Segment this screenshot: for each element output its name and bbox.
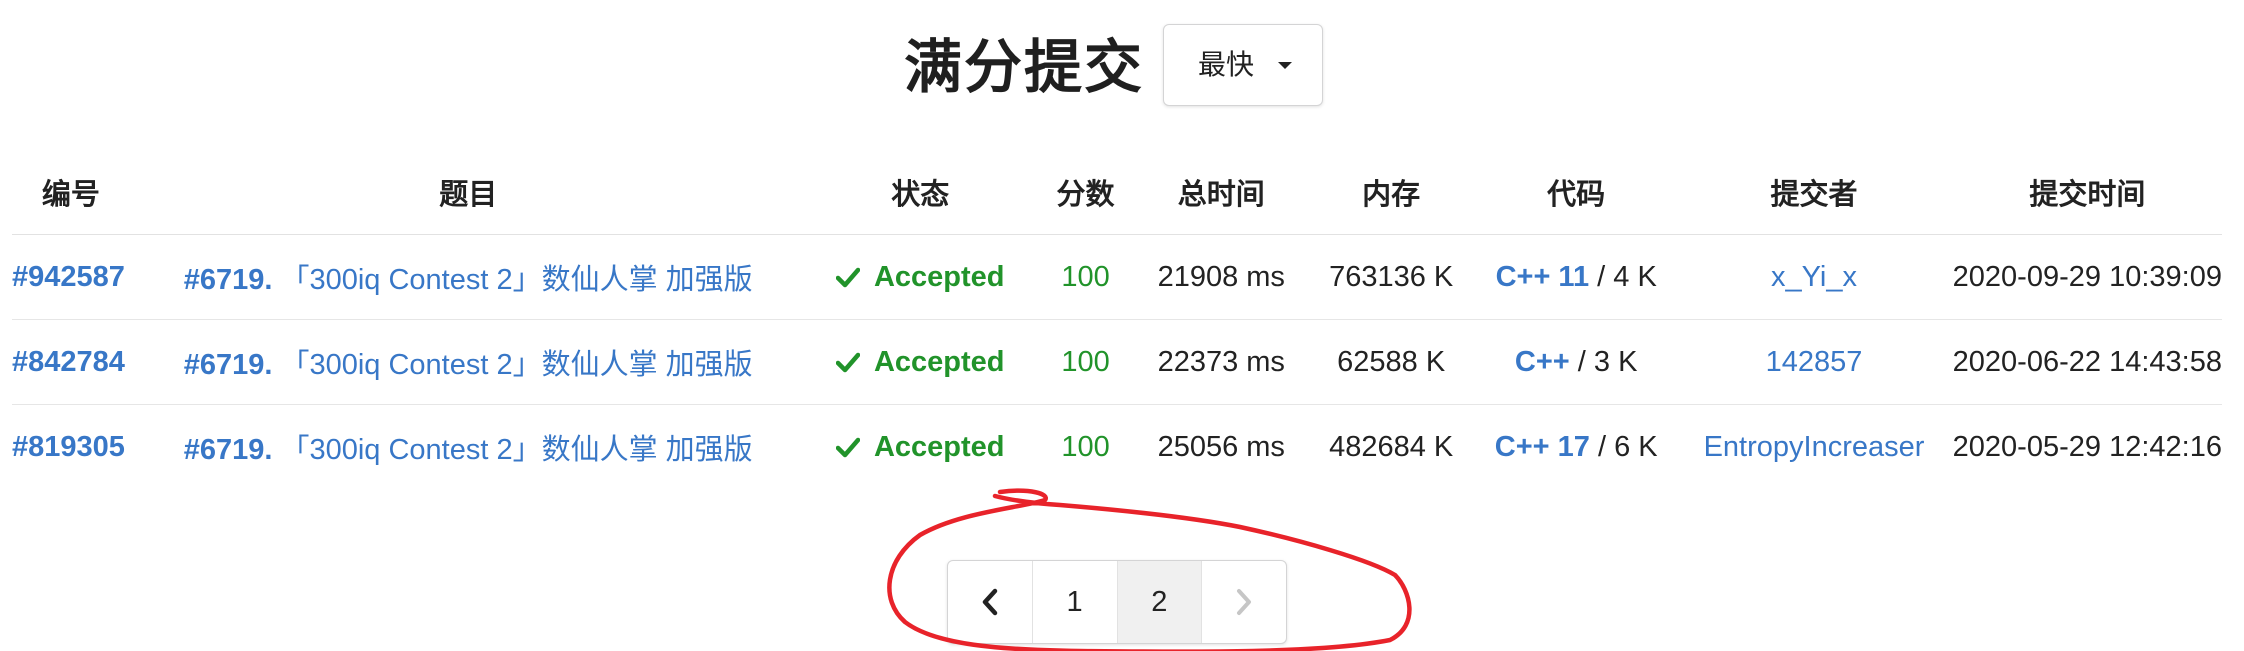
memory-cell: 482684 K xyxy=(1329,430,1454,463)
pagination-prev-button[interactable] xyxy=(948,561,1033,643)
column-header-submitter: 提交者 xyxy=(1675,150,1953,235)
sort-dropdown[interactable]: 最快 xyxy=(1163,24,1323,106)
code-size: / 6 K xyxy=(1589,430,1658,463)
status-link[interactable]: Accepted xyxy=(835,260,1005,293)
problem-cell: #6719. 「300iq Contest 2」数仙人掌 加强版 xyxy=(129,319,807,405)
problem-number: #6719. xyxy=(183,434,273,466)
submission-id-cell: #842784 xyxy=(12,319,130,405)
page-title: 满分提交 xyxy=(904,35,1145,100)
problem-title: 「300iq Contest 2」数仙人掌 加强版 xyxy=(280,434,753,466)
submit-time-cell: 2020-05-29 12:42:16 xyxy=(1952,430,2222,463)
check-icon xyxy=(835,437,860,457)
time-cell: 22373 ms xyxy=(1137,319,1306,405)
column-header-code: 代码 xyxy=(1477,150,1676,235)
column-header-score: 分数 xyxy=(1033,150,1138,235)
problem-title: 「300iq Contest 2」数仙人掌 加强版 xyxy=(280,349,753,381)
problem-link[interactable]: #6719. 「300iq Contest 2」数仙人掌 加强版 xyxy=(184,349,753,381)
problem-cell: #6719. 「300iq Contest 2」数仙人掌 加强版 xyxy=(130,405,807,490)
submitter-link[interactable]: EntropyIncreaser xyxy=(1704,431,1925,463)
status-text: Accepted xyxy=(873,345,1005,378)
status-cell: Accepted xyxy=(807,405,1034,490)
submission-id-link[interactable]: #942587 xyxy=(12,261,125,293)
column-header-status: 状态 xyxy=(806,150,1034,235)
table-row: #942587 #6719. 「300iq Contest 2」数仙人掌 加强版 … xyxy=(12,234,2222,320)
submission-id-cell: #942587 xyxy=(12,234,130,320)
chevron-left-icon xyxy=(982,588,998,616)
submit-time-cell: 2020-06-22 14:43:58 xyxy=(1952,319,2222,405)
memory-cell: 763136 K xyxy=(1305,234,1478,320)
code-cell: C++ 11 / 4 K xyxy=(1477,234,1676,320)
problem-link[interactable]: #6719. 「300iq Contest 2」数仙人掌 加强版 xyxy=(184,434,753,466)
column-header-problem: 题目 xyxy=(129,150,807,235)
problem-cell: #6719. 「300iq Contest 2」数仙人掌 加强版 xyxy=(129,234,807,320)
column-header-submit-time: 提交时间 xyxy=(1952,150,2222,235)
check-icon xyxy=(835,352,860,372)
code-link[interactable]: C++ 17 xyxy=(1495,431,1590,463)
pagination-page-1[interactable]: 1 xyxy=(1033,561,1118,643)
pagination: 1 2 xyxy=(947,560,1287,644)
column-header-id[interactable]: 编号 xyxy=(12,150,130,235)
table-row: #842784 #6719. 「300iq Contest 2」数仙人掌 加强版 … xyxy=(12,319,2222,405)
code-link[interactable]: C++ xyxy=(1515,346,1570,378)
pagination-page-2[interactable]: 2 xyxy=(1117,561,1203,643)
memory-cell: 62588 K xyxy=(1305,319,1478,405)
code-size: / 3 K xyxy=(1569,345,1638,378)
submitter-link[interactable]: 142857 xyxy=(1766,346,1863,378)
code-link[interactable]: C++ 11 xyxy=(1496,261,1590,293)
check-icon xyxy=(835,267,860,287)
column-header-memory: 内存 xyxy=(1305,150,1478,235)
submitter-link[interactable]: x_Yi_x xyxy=(1771,261,1857,293)
problem-link[interactable]: #6719. 「300iq Contest 2」数仙人掌 加强版 xyxy=(184,264,753,296)
score-cell: 100 xyxy=(1061,430,1110,463)
score-cell: 100 xyxy=(1033,234,1138,320)
status-cell: Accepted xyxy=(806,319,1034,405)
submission-id-link[interactable]: #842784 xyxy=(12,346,125,378)
time-cell: 21908 ms xyxy=(1137,234,1306,320)
code-cell: C++ 17 / 6 K xyxy=(1477,405,1675,490)
submission-id-cell: #819305 xyxy=(12,405,130,490)
page: 满分提交 最快 编号 题目 状态 分数 总时间 内存 代码 提交者 提交时间 #… xyxy=(0,0,2244,651)
status-cell: Accepted xyxy=(806,234,1034,320)
submitter-cell: x_Yi_x xyxy=(1675,234,1953,320)
submissions-table: 编号 题目 状态 分数 总时间 内存 代码 提交者 提交时间 #942587 #… xyxy=(12,150,2222,489)
column-header-time: 总时间 xyxy=(1137,150,1306,235)
chevron-down-icon xyxy=(1278,62,1292,69)
chevron-right-icon xyxy=(1237,589,1252,615)
code-size: / 4 K xyxy=(1589,260,1657,293)
status-text: Accepted xyxy=(873,260,1005,293)
code-cell: C++ / 3 K xyxy=(1477,319,1676,405)
problem-title: 「300iq Contest 2」数仙人掌 加强版 xyxy=(280,264,753,296)
status-link[interactable]: Accepted xyxy=(835,345,1005,378)
table-row: #819305 #6719. 「300iq Contest 2」数仙人掌 加强版 … xyxy=(12,405,2222,490)
submitter-cell: 142857 xyxy=(1675,319,1953,405)
sort-dropdown-label: 最快 xyxy=(1198,49,1255,80)
page-header: 满分提交 最快 xyxy=(0,24,2244,108)
submission-id-link[interactable]: #819305 xyxy=(12,431,125,463)
pagination-next-button[interactable] xyxy=(1202,561,1286,643)
problem-number: #6719. xyxy=(183,264,273,296)
time-cell: 25056 ms xyxy=(1157,430,1285,463)
status-text: Accepted xyxy=(873,430,1005,463)
table-header-row: 编号 题目 状态 分数 总时间 内存 代码 提交者 提交时间 xyxy=(12,150,2222,235)
submit-time-cell: 2020-09-29 10:39:09 xyxy=(1952,234,2222,320)
submitter-cell: EntropyIncreaser xyxy=(1675,405,1952,490)
status-link[interactable]: Accepted xyxy=(835,430,1005,463)
problem-number: #6719. xyxy=(183,349,273,381)
score-cell: 100 xyxy=(1033,319,1138,405)
